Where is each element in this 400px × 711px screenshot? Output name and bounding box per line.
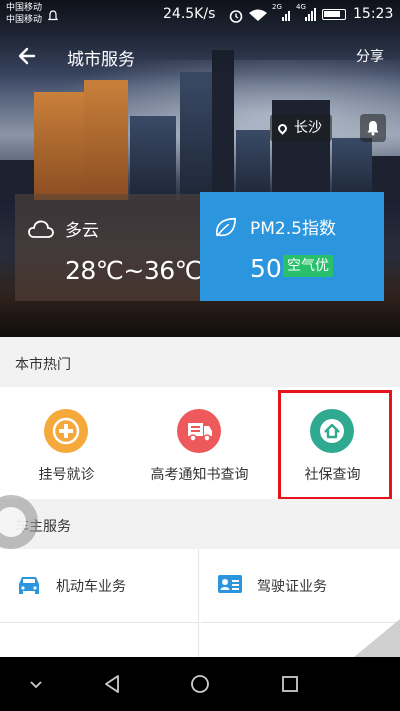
chevron-down-icon[interactable]	[24, 672, 48, 696]
alarm-icon	[229, 10, 243, 23]
hot-item-label: 挂号就诊	[38, 467, 95, 483]
system-nav-bar	[0, 657, 400, 711]
hot-item-registration[interactable]: 挂号就诊	[0, 387, 133, 499]
temperature-range: 28℃~36℃	[65, 256, 203, 285]
car-services-grid: 机动车业务 驾驶证业务	[0, 549, 400, 697]
truck-icon	[177, 409, 221, 453]
hot-item-exam-notice[interactable]: 高考通知书查询	[133, 387, 266, 499]
car-item-label: 驾驶证业务	[257, 579, 327, 595]
battery-icon	[322, 9, 346, 20]
weather-card[interactable]: 多云 28℃~36℃	[15, 194, 203, 301]
car-item-label: 机动车业务	[56, 579, 126, 595]
status-bar: 中国移动 中国移动 24.5K/s 2G 4G 15:23	[0, 0, 400, 30]
signal-2g-label: 2G	[272, 3, 282, 11]
notification-bell-button[interactable]	[360, 114, 386, 142]
plus-cross-icon	[44, 409, 88, 453]
wifi-icon	[249, 9, 267, 21]
location-selector[interactable]: 长沙	[270, 114, 332, 142]
back-arrow-icon[interactable]	[14, 42, 42, 70]
cloud-icon	[28, 220, 54, 238]
corner-ribbon	[354, 619, 400, 657]
carrier-labels: 中国移动 中国移动	[6, 2, 42, 26]
aqi-value: 50	[250, 254, 282, 283]
hot-section-title: 本市热门	[15, 357, 71, 373]
city-name: 长沙	[294, 120, 322, 136]
share-button[interactable]: 分享	[356, 46, 384, 66]
aqi-level-badge: 空气优	[283, 255, 333, 277]
aqi-label: PM2.5指数	[250, 219, 336, 239]
carrier-2: 中国移动	[6, 15, 43, 25]
home-circle-icon[interactable]	[188, 672, 212, 696]
location-pin-icon	[276, 122, 289, 135]
hot-section-header: 本市热门	[0, 337, 400, 387]
page-title: 城市服务	[67, 50, 135, 70]
car-icon	[19, 577, 39, 594]
car-item-vehicle[interactable]: 机动车业务	[0, 549, 199, 623]
license-card-icon	[218, 575, 242, 593]
recents-square-icon[interactable]	[278, 672, 302, 696]
hot-item-label: 高考通知书查询	[150, 467, 249, 483]
clock: 15:23	[353, 6, 394, 22]
notification-icon	[48, 10, 58, 21]
back-triangle-icon[interactable]	[100, 672, 124, 696]
highlight-box	[278, 390, 392, 500]
net-speed: 24.5K/s	[163, 6, 216, 22]
car-section-header: 车主服务	[0, 499, 400, 549]
bell-icon	[367, 121, 379, 136]
carrier-1: 中国移动	[6, 3, 43, 13]
network-type-label: 4G	[296, 3, 306, 11]
app-bar: 城市服务 分享	[0, 34, 400, 78]
aqi-card[interactable]: PM2.5指数 50 空气优	[200, 192, 384, 301]
car-item-license[interactable]: 驾驶证业务	[201, 549, 400, 623]
weather-condition: 多云	[65, 221, 99, 241]
leaf-icon	[215, 217, 236, 237]
